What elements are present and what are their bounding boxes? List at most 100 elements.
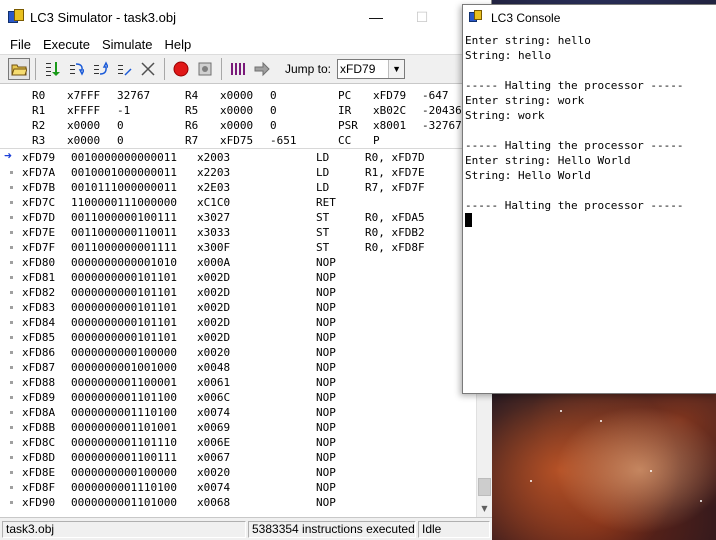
open-icon[interactable]: [8, 58, 30, 80]
memory-binary: 1100000111000000: [71, 196, 177, 209]
register-decimal[interactable]: 0: [117, 119, 124, 132]
register-decimal[interactable]: 0: [270, 89, 277, 102]
breakpoint-marker[interactable]: [10, 366, 13, 369]
memory-row[interactable]: xFD8D 0000000001100111 x0067 NOP: [0, 450, 476, 465]
register-hex[interactable]: x0000: [220, 89, 253, 102]
register-decimal[interactable]: 0: [270, 119, 277, 132]
breakpoint-marker[interactable]: [10, 231, 13, 234]
step-in-icon[interactable]: [41, 58, 63, 80]
memory-row[interactable]: xFD8E 0000000000100000 x0020 NOP: [0, 465, 476, 480]
menu-execute[interactable]: Execute: [37, 37, 96, 52]
menu-simulate[interactable]: Simulate: [96, 37, 159, 52]
simulator-titlebar[interactable]: LC3 Simulator - task3.obj — ☐ ✕: [0, 0, 491, 34]
register-decimal[interactable]: -1: [117, 104, 130, 117]
maximize-button[interactable]: ☐: [399, 0, 445, 34]
register-decimal[interactable]: -647: [422, 89, 449, 102]
memory-row[interactable]: xFD8B 0000000001101001 x0069 NOP: [0, 420, 476, 435]
minimize-button[interactable]: —: [353, 0, 399, 34]
breakpoint-marker[interactable]: [10, 171, 13, 174]
memory-row[interactable]: xFD7F 0011000000001111 x300F ST R0, xFD8F: [0, 240, 476, 255]
memory-row[interactable]: xFD82 0000000000101101 x002D NOP: [0, 285, 476, 300]
memory-view[interactable]: ➜ xFD79 0010000000000011 x2003 LD R0, xFD7D xF…: [0, 150, 476, 517]
breakpoint-marker[interactable]: [10, 351, 13, 354]
memory-row[interactable]: ➜ xFD79 0010000000000011 x2003 LD R0, xFD7D: [0, 150, 476, 165]
breakpoint-marker[interactable]: [10, 381, 13, 384]
breakpoint-marker[interactable]: [10, 396, 13, 399]
breakpoint-marker[interactable]: [10, 411, 13, 414]
memory-row[interactable]: xFD84 0000000000101101 x002D NOP: [0, 315, 476, 330]
register-hex[interactable]: xFD75: [220, 134, 253, 147]
breakpoint-marker[interactable]: [10, 291, 13, 294]
register-hex[interactable]: x0000: [67, 134, 100, 147]
register-decimal[interactable]: 0: [270, 104, 277, 117]
register-decimal[interactable]: -20436: [422, 104, 462, 117]
register-hex[interactable]: xB02C: [373, 104, 406, 117]
breakpoint-marker[interactable]: [10, 321, 13, 324]
memory-row[interactable]: xFD85 0000000000101101 x002D NOP: [0, 330, 476, 345]
breakpoint-marker[interactable]: [10, 201, 13, 204]
memory-row[interactable]: xFD8F 0000000001110100 x0074 NOP: [0, 480, 476, 495]
breakpoint-marker[interactable]: [10, 306, 13, 309]
step-out-icon[interactable]: [89, 58, 111, 80]
step-over-icon[interactable]: [65, 58, 87, 80]
menu-help[interactable]: Help: [159, 37, 198, 52]
memory-row[interactable]: xFD89 0000000001101100 x006C NOP: [0, 390, 476, 405]
memory-row[interactable]: xFD80 0000000000001010 x000A NOP: [0, 255, 476, 270]
register-hex[interactable]: P: [373, 134, 380, 147]
memory-row[interactable]: xFD87 0000000001001000 x0048 NOP: [0, 360, 476, 375]
step-back-icon[interactable]: [113, 58, 135, 80]
breakpoint-marker[interactable]: [10, 186, 13, 189]
memory-row[interactable]: xFD86 0000000000100000 x0020 NOP: [0, 345, 476, 360]
breakpoint-marker[interactable]: [10, 336, 13, 339]
console-input-line[interactable]: [465, 213, 716, 228]
register-decimal[interactable]: -651: [270, 134, 297, 147]
breakpoint-marker[interactable]: [10, 441, 13, 444]
breakpoint-marker[interactable]: [10, 456, 13, 459]
memory-row[interactable]: xFD7C 1100000111000000 xC1C0 RET: [0, 195, 476, 210]
register-hex[interactable]: x7FFF: [67, 89, 100, 102]
memory-row[interactable]: xFD7B 0010111000000011 x2E03 LD R7, xFD7F: [0, 180, 476, 195]
register-decimal[interactable]: -32767: [422, 119, 462, 132]
memory-row[interactable]: xFD8A 0000000001110100 x0074 NOP: [0, 405, 476, 420]
jump-arrow-icon[interactable]: [251, 58, 273, 80]
breakpoint-icon[interactable]: [194, 58, 216, 80]
memory-address: xFD84: [22, 316, 56, 329]
breakpoint-marker[interactable]: [10, 426, 13, 429]
chevron-down-icon[interactable]: ▼: [388, 60, 405, 78]
memory-row[interactable]: xFD7E 0011000000110011 x3033 ST R0, xFDB2: [0, 225, 476, 240]
register-hex[interactable]: xFD79: [373, 89, 406, 102]
memory-row[interactable]: xFD88 0000000001100001 x0061 NOP: [0, 375, 476, 390]
breakpoint-marker[interactable]: [10, 501, 13, 504]
breakpoint-marker[interactable]: [10, 216, 13, 219]
memory-row[interactable]: xFD7A 0010001000000011 x2203 LD R1, xFD7E: [0, 165, 476, 180]
console-line: ----- Halting the processor -----: [465, 139, 684, 152]
breakpoint-marker[interactable]: [10, 261, 13, 264]
memory-row[interactable]: xFD7D 0011000000100111 x3027 ST R0, xFDA5: [0, 210, 476, 225]
register-hex[interactable]: x0000: [220, 104, 253, 117]
console-titlebar[interactable]: LC3 Console: [463, 5, 716, 31]
clear-icon[interactable]: [137, 58, 159, 80]
breakpoint-marker[interactable]: [10, 486, 13, 489]
memory-row[interactable]: xFD81 0000000000101101 x002D NOP: [0, 270, 476, 285]
register-decimal[interactable]: 0: [117, 134, 124, 147]
breakpoint-marker[interactable]: [10, 246, 13, 249]
register-hex[interactable]: xFFFF: [67, 104, 100, 117]
stop-icon[interactable]: [170, 58, 192, 80]
console-output[interactable]: Enter string: hello String: hello ----- H…: [463, 31, 716, 228]
scroll-thumb[interactable]: [478, 478, 491, 496]
menu-file[interactable]: File: [4, 37, 37, 52]
clear-breakpoints-icon[interactable]: [227, 58, 249, 80]
breakpoint-marker[interactable]: [10, 276, 13, 279]
jump-to-select[interactable]: xFD79 ▼: [337, 59, 406, 79]
register-hex[interactable]: x0000: [67, 119, 100, 132]
register-hex[interactable]: x0000: [220, 119, 253, 132]
memory-row[interactable]: xFD90 0000000001101000 x0068 NOP: [0, 495, 476, 510]
register-hex[interactable]: x8001: [373, 119, 406, 132]
register-decimal[interactable]: 32767: [117, 89, 150, 102]
memory-row[interactable]: xFD8C 0000000001101110 x006E NOP: [0, 435, 476, 450]
jump-to-value[interactable]: xFD79: [338, 62, 388, 76]
memory-address: xFD86: [22, 346, 56, 359]
breakpoint-marker[interactable]: [10, 471, 13, 474]
memory-row[interactable]: xFD83 0000000000101101 x002D NOP: [0, 300, 476, 315]
scroll-down-icon[interactable]: ▼: [477, 500, 492, 516]
